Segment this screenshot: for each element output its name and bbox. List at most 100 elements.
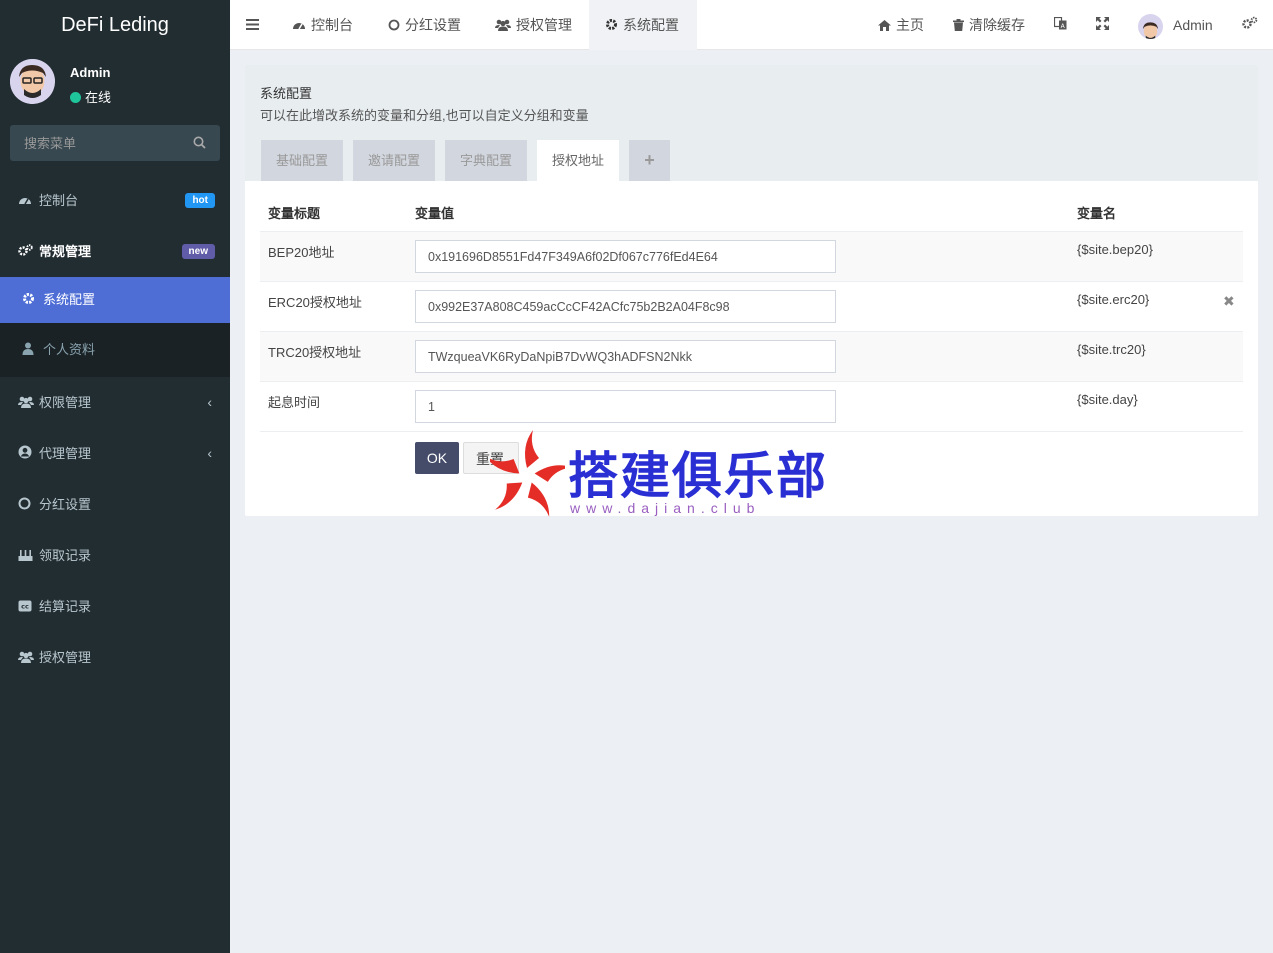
settings-button[interactable] <box>1242 0 1258 50</box>
gear-icon <box>605 1 618 51</box>
watermark-text: 搭建俱乐部 <box>568 447 828 505</box>
top-navbar: 控制台 分红设置 授权管理 系统配置 主页 清除缓存 A Admin <box>230 0 1273 50</box>
expand-icon <box>1096 17 1109 33</box>
sidebar-item-claim-records[interactable]: 领取记录 <box>0 530 230 581</box>
table-row: ERC20授权地址 {$site.erc20} ✖ <box>260 282 1243 332</box>
tab-label: 分红设置 <box>405 17 461 33</box>
sidebar-item-label: 个人资料 <box>43 342 96 357</box>
interest-start-input[interactable] <box>415 390 836 423</box>
group-icon <box>18 633 34 684</box>
column-header-value: 变量值 <box>415 206 455 221</box>
row-variable-name: {$site.bep20} <box>1077 242 1153 257</box>
config-table: 变量标题 变量值 变量名 BEP20地址 {$site.bep20} ERC20… <box>260 196 1243 432</box>
user-status: 在线 <box>70 87 111 106</box>
tab-dividends[interactable]: 分红设置 <box>388 0 461 50</box>
user-icon <box>22 324 38 378</box>
add-tab-button[interactable]: + <box>629 140 670 181</box>
fullscreen-button[interactable] <box>1096 0 1109 50</box>
tab-system-config[interactable]: 系统配置 <box>589 0 697 50</box>
sidebar-item-agents[interactable]: 代理管理 ‹ <box>0 428 230 479</box>
tab-dashboard[interactable]: 控制台 <box>292 0 353 50</box>
menu-search <box>10 125 220 161</box>
translate-icon: A <box>1053 16 1067 33</box>
column-header-name: 变量名 <box>1077 206 1117 221</box>
row-variable-name: {$site.day} <box>1077 392 1138 407</box>
row-title: BEP20地址 <box>268 245 335 260</box>
user-name: Admin <box>70 65 111 80</box>
tab-label: 控制台 <box>311 17 353 33</box>
row-title: 起息时间 <box>268 395 321 410</box>
search-icon[interactable] <box>193 136 206 152</box>
sidebar-item-general[interactable]: 常规管理 new <box>0 226 230 277</box>
sidebar-item-label: 结算记录 <box>39 599 92 614</box>
tab-dictionary-config[interactable]: 字典配置 <box>445 140 528 181</box>
new-badge: new <box>181 244 215 259</box>
chevron-left-icon: ‹ <box>207 445 212 461</box>
row-variable-name: {$site.erc20} <box>1077 292 1150 307</box>
dashboard-icon <box>292 1 306 51</box>
tab-basic-config[interactable]: 基础配置 <box>261 140 344 181</box>
menu-bars-icon <box>246 17 259 33</box>
menu-search-input[interactable] <box>10 125 220 161</box>
tab-label: 授权管理 <box>516 17 572 33</box>
home-link[interactable]: 主页 <box>878 0 924 50</box>
ok-button[interactable]: OK <box>415 442 459 474</box>
cogs-icon <box>18 227 34 278</box>
sidebar-menu: 控制台 hot 常规管理 new 系统配置 个人资料 权限管理 ‹ 代理管理 ‹… <box>0 175 230 683</box>
watermark-logo-icon <box>485 430 573 517</box>
panel-heading: 系统配置 可以在此增改系统的变量和分组,也可以自定义分组和变量 基础配置 邀请配… <box>245 65 1258 181</box>
tab-invite-config[interactable]: 邀请配置 <box>353 140 436 181</box>
user-status-text: 在线 <box>85 90 112 105</box>
page-description: 可以在此增改系统的变量和分组,也可以自定义分组和变量 <box>260 108 589 123</box>
sidebar-item-label: 分红设置 <box>39 497 92 512</box>
sidebar-toggle-button[interactable] <box>246 0 259 50</box>
circle-o-icon <box>18 480 34 531</box>
row-title: ERC20授权地址 <box>268 295 362 310</box>
group-icon <box>18 378 34 429</box>
circle-o-icon <box>388 1 400 51</box>
remove-icon[interactable]: ✖ <box>1223 293 1235 310</box>
user-avatar <box>10 59 55 104</box>
sidebar: DeFi Leding Admin 在线 控制台 hot 常规管理 new <box>0 0 230 953</box>
svg-text:cc: cc <box>21 603 29 611</box>
tab-authorization[interactable]: 授权管理 <box>495 0 572 50</box>
column-header-title: 变量标题 <box>268 206 321 221</box>
table-row: 起息时间 {$site.day} <box>260 382 1243 432</box>
sidebar-item-settlement-records[interactable]: cc 结算记录 <box>0 581 230 632</box>
avatar <box>1138 13 1163 39</box>
table-row: TRC20授权地址 {$site.trc20} <box>260 332 1243 382</box>
sidebar-item-dividends[interactable]: 分红设置 <box>0 479 230 530</box>
user-menu-name: Admin <box>1173 17 1213 33</box>
row-variable-name: {$site.trc20} <box>1077 342 1146 357</box>
sidebar-item-label: 授权管理 <box>39 650 92 665</box>
user-panel: Admin 在线 <box>0 50 230 115</box>
sidebar-item-permissions[interactable]: 权限管理 ‹ <box>0 377 230 428</box>
sidebar-item-system-config[interactable]: 系统配置 <box>0 277 230 323</box>
dashboard-icon <box>18 176 34 227</box>
trc20-address-input[interactable] <box>415 340 836 373</box>
online-dot-icon <box>70 92 81 103</box>
sidebar-item-dashboard[interactable]: 控制台 hot <box>0 175 230 226</box>
table-row: BEP20地址 {$site.bep20} <box>260 232 1243 282</box>
sidebar-item-label: 权限管理 <box>39 395 92 410</box>
gear-icon <box>22 278 38 324</box>
watermark-url: www.dajian.club <box>570 500 761 516</box>
group-icon <box>495 1 511 51</box>
watermark: 搭建俱乐部 www.dajian.club <box>485 428 826 523</box>
trash-icon <box>953 1 964 51</box>
user-menu[interactable]: Admin <box>1138 0 1213 50</box>
sidebar-item-authorization[interactable]: 授权管理 <box>0 632 230 683</box>
tab-auth-address[interactable]: 授权地址 <box>537 140 620 181</box>
table-header: 变量标题 变量值 变量名 <box>260 196 1243 232</box>
cogs-icon <box>1242 16 1258 33</box>
language-button[interactable]: A <box>1053 0 1067 50</box>
hot-badge: hot <box>185 193 215 208</box>
user-circle-icon <box>18 429 34 480</box>
sidebar-item-label: 控制台 <box>39 193 79 208</box>
bep20-address-input[interactable] <box>415 240 836 273</box>
sidebar-item-profile[interactable]: 个人资料 <box>0 323 230 377</box>
clear-cache-label: 清除缓存 <box>969 17 1025 33</box>
clear-cache-button[interactable]: 清除缓存 <box>953 0 1025 50</box>
erc20-address-input[interactable] <box>415 290 836 323</box>
app-logo[interactable]: DeFi Leding <box>0 0 230 50</box>
